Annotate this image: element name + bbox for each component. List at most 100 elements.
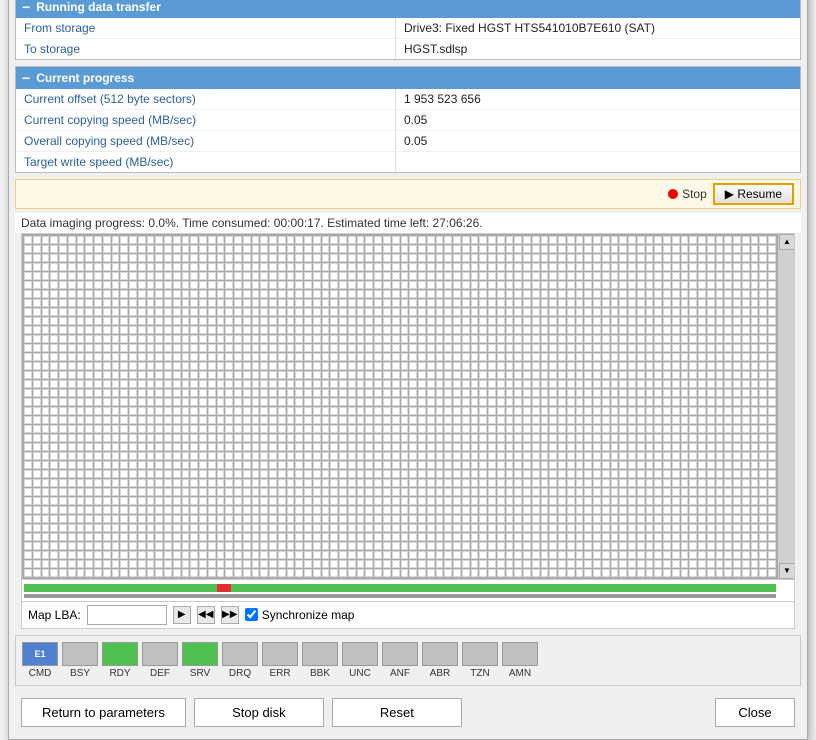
grid-cell xyxy=(602,299,610,307)
grid-cell xyxy=(269,308,277,316)
grid-cell xyxy=(444,497,452,505)
grid-cell xyxy=(85,317,93,325)
grid-cell xyxy=(173,416,181,424)
grid-cell xyxy=(392,371,400,379)
grid-cell xyxy=(278,380,286,388)
grid-cell xyxy=(103,560,111,568)
grid-cell xyxy=(138,488,146,496)
next-button[interactable]: ▶▶ xyxy=(221,606,239,624)
return-to-parameters-button[interactable]: Return to parameters xyxy=(21,698,186,727)
grid-cell xyxy=(707,317,715,325)
grid-cell xyxy=(724,569,732,577)
scroll-thumb-area[interactable] xyxy=(779,250,794,563)
grid-cell xyxy=(681,506,689,514)
grid-cell xyxy=(532,533,540,541)
grid-cell xyxy=(199,317,207,325)
grid-cell xyxy=(611,236,619,244)
scroll-up-button[interactable]: ▲ xyxy=(779,234,795,250)
grid-cell xyxy=(50,569,58,577)
grid-cell xyxy=(164,452,172,460)
grid-cell xyxy=(523,461,531,469)
collapse-icon[interactable]: − xyxy=(22,0,30,15)
grid-cell xyxy=(724,371,732,379)
grid-cell xyxy=(278,497,286,505)
grid-cell xyxy=(488,407,496,415)
grid-cell xyxy=(50,236,58,244)
scroll-down-button[interactable]: ▼ xyxy=(779,563,795,579)
grid-cell xyxy=(190,560,198,568)
grid-cell xyxy=(59,371,67,379)
grid-cell xyxy=(549,515,557,523)
resume-button[interactable]: ▶ Resume xyxy=(713,183,794,205)
grid-cell xyxy=(348,245,356,253)
collapse-progress-icon[interactable]: − xyxy=(22,70,30,86)
grid-cell xyxy=(365,389,373,397)
grid-cell xyxy=(698,560,706,568)
grid-cell xyxy=(742,551,750,559)
grid-cell xyxy=(497,263,505,271)
vertical-scrollbar[interactable]: ▲ ▼ xyxy=(778,234,794,579)
grid-cell xyxy=(549,326,557,334)
grid-cell xyxy=(514,461,522,469)
grid-cell xyxy=(611,362,619,370)
grid-cell xyxy=(584,236,592,244)
grid-cell xyxy=(217,326,225,334)
grid-cell xyxy=(558,560,566,568)
close-button[interactable]: Close xyxy=(715,698,795,727)
grid-cell xyxy=(681,524,689,532)
lba-input[interactable] xyxy=(87,605,167,625)
sync-label[interactable]: Synchronize map xyxy=(245,608,355,622)
grid-cell xyxy=(541,236,549,244)
reset-button[interactable]: Reset xyxy=(332,698,462,727)
grid-cell xyxy=(418,569,426,577)
grid-cell xyxy=(225,371,233,379)
grid-cell xyxy=(584,290,592,298)
grid-cell xyxy=(646,362,654,370)
grid-cell xyxy=(759,542,767,550)
grid-cell xyxy=(182,281,190,289)
grid-cell xyxy=(85,515,93,523)
grid-cell xyxy=(523,353,531,361)
grid-cell xyxy=(348,371,356,379)
grid-cell xyxy=(164,479,172,487)
grid-cell xyxy=(68,272,76,280)
grid-cell xyxy=(418,344,426,352)
grid-cell xyxy=(497,416,505,424)
grid-cell xyxy=(514,497,522,505)
grid-cell xyxy=(619,533,627,541)
grid-cell xyxy=(295,272,303,280)
grid-cell xyxy=(339,551,347,559)
grid-cell xyxy=(339,290,347,298)
prev-button[interactable]: ◀◀ xyxy=(197,606,215,624)
grid-cell xyxy=(357,461,365,469)
grid-cell xyxy=(295,506,303,514)
grid-cell xyxy=(112,344,120,352)
stop-disk-button[interactable]: Stop disk xyxy=(194,698,324,727)
grid-cell xyxy=(418,524,426,532)
grid-cell xyxy=(768,461,776,469)
grid-cell xyxy=(287,443,295,451)
play-button[interactable]: ▶ xyxy=(173,606,191,624)
grid-cell xyxy=(401,425,409,433)
sync-checkbox[interactable] xyxy=(245,608,258,621)
grid-cell xyxy=(77,542,85,550)
grid-cell xyxy=(374,353,382,361)
grid-cell xyxy=(584,533,592,541)
grid-cell xyxy=(68,560,76,568)
grid-cell xyxy=(654,524,662,532)
grid-cell xyxy=(234,452,242,460)
grid-cell xyxy=(444,362,452,370)
grid-cell xyxy=(558,272,566,280)
grid-cell xyxy=(33,281,41,289)
grid-cell xyxy=(742,353,750,361)
grid-cell xyxy=(523,452,531,460)
grid-cell xyxy=(751,443,759,451)
grid-cell xyxy=(304,470,312,478)
grid-cell xyxy=(138,263,146,271)
grid-cell xyxy=(24,434,32,442)
grid-cell xyxy=(742,515,750,523)
grid-cell xyxy=(103,254,111,262)
grid-cell xyxy=(698,497,706,505)
grid-cell xyxy=(365,254,373,262)
grid-cell xyxy=(392,335,400,343)
